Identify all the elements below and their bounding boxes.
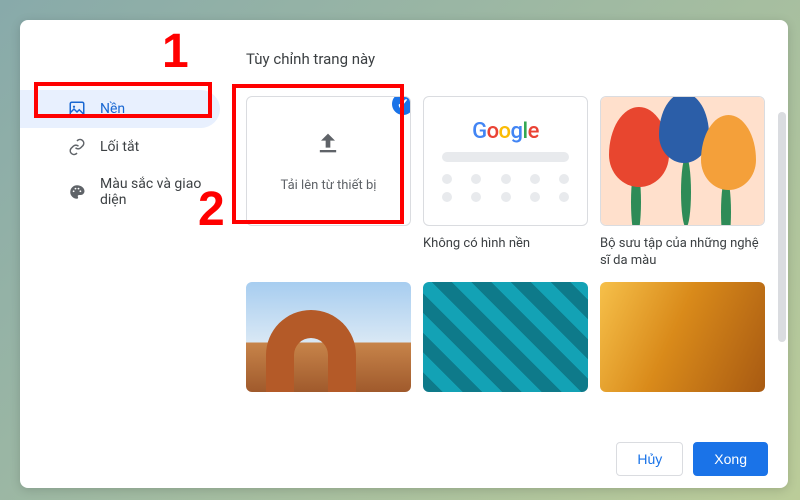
cancel-button[interactable]: Hủy: [616, 442, 683, 476]
sidebar-item-label: Lối tắt: [100, 139, 139, 155]
background-grid: ✓ Tải lên từ thiết bị Google: [238, 96, 776, 392]
dialog-body: Nền Lối tắt Màu sắc và giao diện Tùy chỉ…: [20, 20, 788, 430]
artwork-flowers-icon: [601, 97, 764, 225]
customize-dialog: Nền Lối tắt Màu sắc và giao diện Tùy chỉ…: [20, 20, 788, 488]
sidebar-item-background[interactable]: Nền: [20, 90, 220, 128]
dialog-footer: Hủy Xong: [20, 430, 788, 488]
tile-collection-arch: [246, 282, 411, 392]
tile-no-background: Google Không có hình nền: [423, 96, 588, 270]
upload-label: Tải lên từ thiết bị: [281, 178, 377, 193]
sidebar-item-theme[interactable]: Màu sắc và giao diện: [20, 166, 220, 218]
image-frame-icon: [68, 100, 86, 118]
tile-image-arch[interactable]: [246, 282, 411, 392]
done-button[interactable]: Xong: [693, 442, 768, 476]
google-preview: Google: [424, 103, 587, 220]
tile-no-background-card[interactable]: Google: [423, 96, 588, 226]
sidebar: Nền Lối tắt Màu sắc và giao diện: [20, 20, 230, 430]
tile-artists-card[interactable]: [600, 96, 765, 226]
dialog-title: Tùy chỉnh trang này: [238, 50, 776, 68]
tile-artists-caption: Bộ sưu tập của những nghệ sĩ da màu: [600, 236, 765, 270]
palette-icon: [68, 183, 86, 201]
tile-no-background-caption: Không có hình nền: [423, 236, 588, 253]
tile-collection-teal: [423, 282, 588, 392]
sidebar-item-shortcuts[interactable]: Lối tắt: [20, 128, 220, 166]
upload-arrow-icon: [281, 129, 377, 164]
tile-image-gold-texture[interactable]: [600, 282, 765, 392]
sidebar-item-label: Nền: [100, 101, 125, 117]
tile-upload-caption: [246, 236, 411, 252]
upload-inner: Tải lên từ thiết bị: [281, 129, 377, 193]
search-bar-placeholder-icon: [442, 152, 569, 162]
scrollbar[interactable]: [778, 112, 786, 342]
sidebar-item-label: Màu sắc và giao diện: [100, 176, 202, 208]
tile-collection-gold: [600, 282, 765, 392]
tile-artists-collection: Bộ sưu tập của những nghệ sĩ da màu: [600, 96, 765, 270]
shortcut-dots-row: [438, 192, 573, 202]
main-panel: Tùy chỉnh trang này ✓ Tải lên từ thiết b…: [230, 20, 788, 430]
google-logo-icon: Google: [438, 119, 573, 144]
shortcut-dots-row: [438, 174, 573, 184]
check-icon: ✓: [390, 96, 411, 117]
tile-upload-card[interactable]: ✓ Tải lên từ thiết bị: [246, 96, 411, 226]
link-icon: [68, 138, 86, 156]
tile-upload: ✓ Tải lên từ thiết bị: [246, 96, 411, 270]
tile-image-teal-pattern[interactable]: [423, 282, 588, 392]
